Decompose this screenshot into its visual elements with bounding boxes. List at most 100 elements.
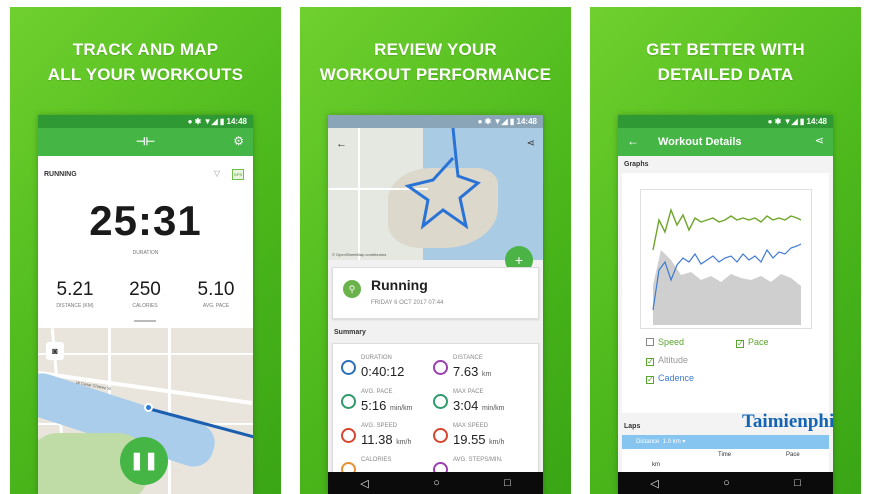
activity-type-label[interactable]: RUNNING <box>44 171 77 178</box>
timer-caption: DURATION <box>132 250 159 256</box>
pause-icon: ❚❚ <box>129 451 159 470</box>
status-icons: ● ✱ ▼◢ ▮ <box>187 117 227 126</box>
brand-logo-icon: ⊣⊢ <box>136 136 156 148</box>
activity-date: FRIDAY 6 OCT 2017 07:44 <box>371 300 444 306</box>
checkbox-pace[interactable]: ✓ Pace <box>736 337 769 348</box>
app-bar: ⊣⊢ ⚙ <box>38 128 253 156</box>
pause-button[interactable]: ❚❚ <box>120 437 168 485</box>
speed-gauge-icon <box>433 428 448 443</box>
workout-timer: 25:31 <box>89 197 202 244</box>
wifi-icon: ▽ <box>214 169 221 178</box>
watermark-logo: Taimienphi <box>742 411 835 432</box>
metric-value: 3:04 min/km <box>453 398 505 413</box>
headline-line-2: DETAILED DATA <box>657 65 794 84</box>
phone-screen-details: ● ✱ ▼◢ ▮ 14:48 ← Workout Details ⋖ Graph… <box>618 115 833 494</box>
nav-back-icon[interactable]: ◁ <box>650 477 658 490</box>
nav-home-icon[interactable]: ○ <box>433 477 440 489</box>
checkbox-speed[interactable]: Speed <box>646 337 684 347</box>
panel-headline: GET BETTER WITH DETAILED DATA <box>590 37 861 87</box>
activity-card[interactable]: ⚲ Running FRIDAY 6 OCT 2017 07:44 <box>332 267 539 319</box>
share-icon[interactable]: ⋖ <box>815 134 824 147</box>
status-time: 14:48 <box>226 117 247 126</box>
distance-filter-bar[interactable]: Distance 1.0 km ▾ <box>622 435 829 449</box>
headline-line-2: ALL YOUR WORKOUTS <box>47 65 244 84</box>
workout-graph[interactable] <box>640 189 812 329</box>
checkbox-checked-icon: ✓ <box>646 357 654 366</box>
panel-headline: REVIEW YOUR WORKOUT PERFORMANCE <box>300 37 571 87</box>
metric-avg-pace: AVG. PACE 5:16 min/km <box>341 388 433 418</box>
camera-button[interactable]: ◙ <box>46 342 64 360</box>
stat-caption: AVG. PACE <box>202 303 230 309</box>
gps-badge: GPS <box>232 169 244 180</box>
route-map[interactable]: ← ⋖ © OpenStreetMap contributors <box>328 128 543 260</box>
metric-value: 11.38 km/h <box>361 432 412 447</box>
metric-distance: DISTANCE 7.63 km <box>433 354 525 384</box>
metric-value: 0:40:12 <box>361 364 405 379</box>
metric-max-speed: MAX SPEED 19.55 km/h <box>433 422 525 452</box>
summary-card: DURATION 0:40:12 DISTANCE 7.63 km AVG. P… <box>332 343 539 483</box>
nav-recents-icon[interactable]: □ <box>794 477 801 489</box>
headline-line-1: REVIEW YOUR <box>374 40 497 59</box>
checkbox-altitude[interactable]: ✓ Altitude <box>646 355 688 366</box>
metric-label: MAX PACE <box>453 389 484 395</box>
metric-label: AVG. STEPS/MIN. <box>453 457 503 463</box>
headline-line-1: GET BETTER WITH <box>646 40 805 59</box>
checkbox-checked-icon: ✓ <box>736 339 744 348</box>
drag-handle[interactable] <box>134 320 156 322</box>
metric-value: 7.63 km <box>453 364 492 379</box>
headline-line-1: TRACK AND MAP <box>72 40 219 59</box>
stat-value: 250 <box>129 279 161 300</box>
phone-screen-summary: ● ✱ ▼◢ ▮ 14:48 ← ⋖ © OpenStreetMap contr… <box>328 115 543 494</box>
stat-pace: 5.10 AVG. PACE <box>181 279 251 309</box>
stat-calories: 250 CALORIES <box>110 279 180 309</box>
status-bar: ● ✱ ▼◢ ▮ 14:48 <box>38 115 253 128</box>
metric-value: 5:16 min/km <box>361 398 413 413</box>
nav-home-icon[interactable]: ○ <box>723 477 730 489</box>
stat-distance: 5.21 DISTANCE (KM) <box>40 279 110 309</box>
metric-label: DURATION <box>361 355 392 361</box>
metric-label: CALORIES <box>361 457 392 463</box>
stat-caption: DISTANCE (KM) <box>56 303 94 309</box>
back-arrow-icon[interactable]: ← <box>627 134 639 148</box>
laps-col-time: Time <box>718 452 732 458</box>
activity-icon: ⚲ <box>343 280 361 298</box>
activity-title: Running <box>371 277 428 293</box>
settings-gear-icon[interactable]: ⚙ <box>233 134 244 148</box>
distance-icon <box>433 360 448 375</box>
status-icons: ● ✱ ▼◢ ▮ <box>767 117 807 126</box>
back-arrow-icon[interactable]: ← <box>336 138 347 150</box>
laps-col-km: km <box>652 462 660 468</box>
laps-label: Laps <box>624 423 641 430</box>
laps-col-pace: Pace <box>786 452 800 458</box>
speed-gauge-icon <box>341 428 356 443</box>
share-icon[interactable]: ⋖ <box>527 138 535 149</box>
metric-avg-speed: AVG. SPEED 11.38 km/h <box>341 422 433 452</box>
distance-filter-label: Distance <box>636 439 660 445</box>
panel-headline: TRACK AND MAP ALL YOUR WORKOUTS <box>10 37 281 87</box>
distance-filter-value: 1.0 km <box>662 439 681 445</box>
status-icons: ● ✱ ▼◢ ▮ <box>477 117 517 126</box>
stopwatch-icon <box>341 360 356 375</box>
status-bar: ● ✱ ▼◢ ▮ 14:48 <box>618 115 833 128</box>
metric-duration: DURATION 0:40:12 <box>341 354 433 384</box>
nav-recents-icon[interactable]: □ <box>504 477 511 489</box>
pace-gauge-icon <box>341 394 356 409</box>
metric-value: 19.55 km/h <box>453 432 505 447</box>
checkbox-checked-icon: ✓ <box>646 375 654 384</box>
checkbox-box <box>646 338 654 346</box>
metric-label: AVG. PACE <box>361 389 393 395</box>
metric-label: DISTANCE <box>453 355 483 361</box>
android-nav-bar: ◁ ○ □ <box>328 472 543 494</box>
dropdown-arrow-icon: ▾ <box>682 439 686 445</box>
stat-caption: CALORIES <box>132 303 158 309</box>
metric-label: AVG. SPEED <box>361 423 397 429</box>
headline-line-2: WORKOUT PERFORMANCE <box>319 65 552 84</box>
stat-value: 5.10 <box>197 279 235 300</box>
metric-label: MAX SPEED <box>453 423 489 429</box>
graph-lines <box>652 207 802 325</box>
current-location-dot <box>144 403 153 412</box>
screen-title: Workout Details <box>658 136 742 148</box>
nav-back-icon[interactable]: ◁ <box>360 477 368 490</box>
status-time: 14:48 <box>516 117 537 126</box>
checkbox-cadence[interactable]: ✓ Cadence <box>646 373 694 384</box>
